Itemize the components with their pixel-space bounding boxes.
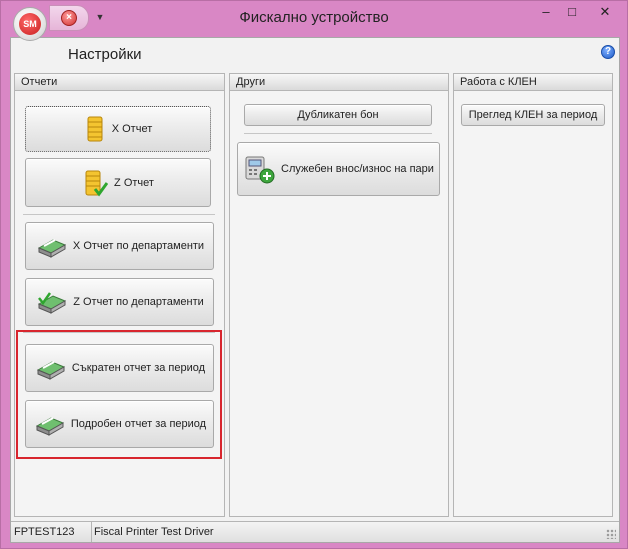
cash-in-out-label: Служебен внос/износ на пари bbox=[281, 163, 434, 175]
close-button[interactable]: ✕ bbox=[585, 3, 625, 23]
review-klen-button[interactable]: Преглед КЛЕН за период bbox=[461, 104, 605, 126]
app-logo-icon: SM bbox=[19, 13, 41, 35]
x-report-button[interactable]: X Отчет bbox=[25, 106, 211, 152]
z-report-label: Z Отчет bbox=[114, 176, 154, 189]
maximize-button[interactable]: □ bbox=[559, 3, 585, 23]
main-window: SM × ▼ Фискално устройство – □ ✕ Настрой… bbox=[0, 0, 628, 549]
other-separator bbox=[244, 133, 432, 134]
other-panel-header: Други bbox=[230, 74, 448, 91]
content-frame: Настройки ? Отчети Други Работа с КЛЕН X… bbox=[10, 37, 620, 543]
resize-grip-icon[interactable] bbox=[606, 529, 616, 539]
page-title: Настройки bbox=[68, 46, 142, 63]
other-panel: Други bbox=[229, 73, 449, 517]
printer-icon bbox=[37, 239, 67, 258]
status-driver: Fiscal Printer Test Driver bbox=[94, 526, 214, 538]
review-klen-label: Преглед КЛЕН за период bbox=[468, 109, 598, 121]
status-device: FPTEST123 bbox=[11, 522, 92, 542]
x-dept-report-label: X Отчет по департаменти bbox=[72, 240, 205, 252]
printer-check-icon bbox=[38, 292, 67, 314]
klen-panel-header: Работа с КЛЕН bbox=[454, 74, 612, 91]
x-report-label: X Отчет bbox=[111, 123, 153, 135]
coins-check-icon bbox=[85, 170, 109, 196]
highlight-box bbox=[16, 330, 222, 459]
help-icon[interactable]: ? bbox=[601, 45, 615, 59]
z-dept-report-label: Z Отчет по департаменти bbox=[73, 296, 204, 308]
klen-panel: Работа с КЛЕН bbox=[453, 73, 613, 517]
z-report-button[interactable]: Z Отчет bbox=[25, 158, 211, 207]
duplicate-receipt-label: Дубликатен бон bbox=[297, 109, 379, 121]
coins-icon bbox=[87, 116, 103, 142]
reports-separator-1 bbox=[23, 214, 215, 215]
duplicate-receipt-button[interactable]: Дубликатен бон bbox=[244, 104, 432, 126]
minimize-button[interactable]: – bbox=[533, 3, 559, 23]
reports-panel-header: Отчети bbox=[15, 74, 224, 91]
x-dept-report-button[interactable]: X Отчет по департаменти bbox=[25, 222, 214, 270]
cash-in-out-button[interactable]: Служебен внос/износ на пари bbox=[237, 142, 440, 196]
cash-register-icon bbox=[245, 156, 275, 184]
status-bar: FPTEST123 Fiscal Printer Test Driver bbox=[11, 521, 619, 542]
z-dept-report-button[interactable]: Z Отчет по департаменти bbox=[25, 278, 214, 326]
title-bar: SM × ▼ Фискално устройство – □ ✕ bbox=[1, 1, 627, 41]
app-menu-button[interactable]: SM bbox=[13, 7, 47, 41]
